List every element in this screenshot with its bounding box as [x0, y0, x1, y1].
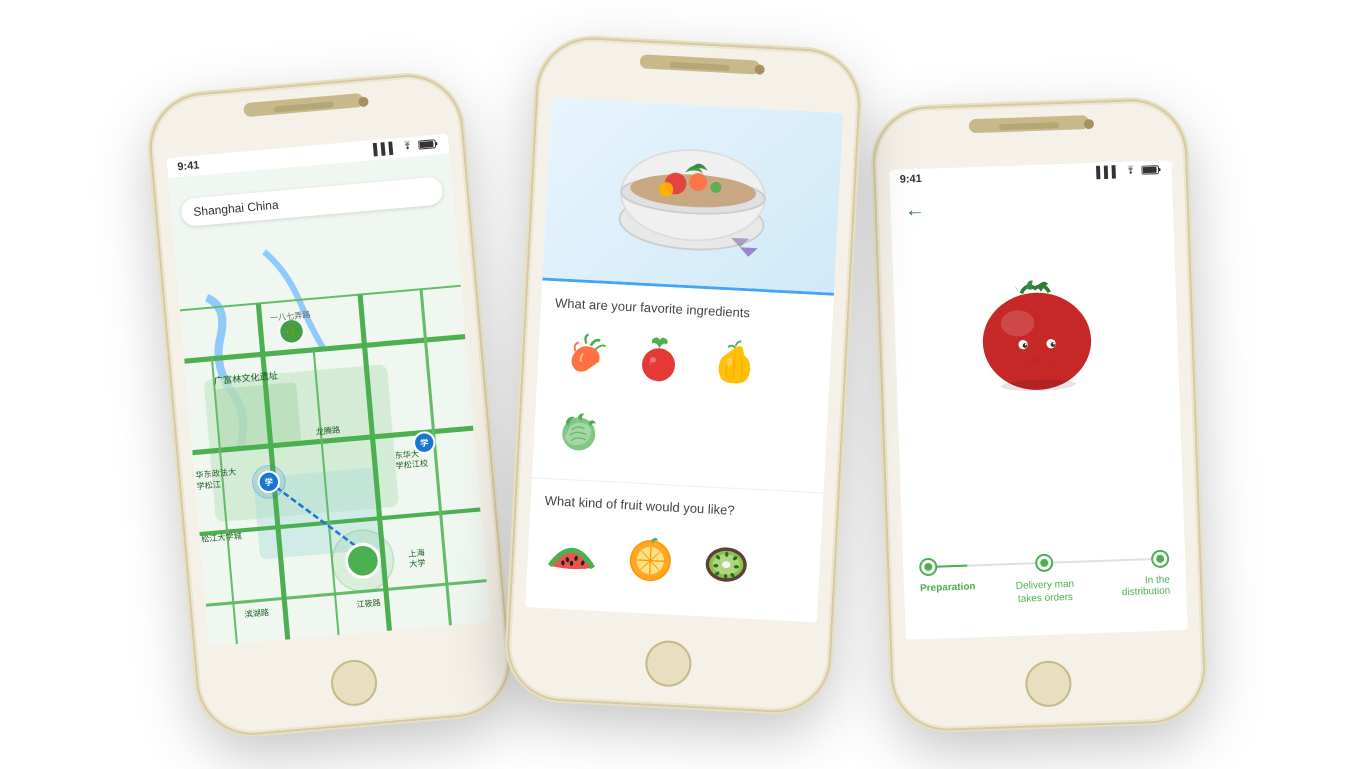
signal-icon: ▌▌▌: [373, 142, 397, 156]
progress-dot-2: [1035, 553, 1054, 572]
time-display-3: 9:41: [900, 172, 922, 185]
food-top-image: [542, 97, 843, 292]
svg-text:上海: 上海: [408, 547, 425, 558]
home-button-1[interactable]: [329, 657, 379, 707]
status-icons-1: ▌▌▌: [373, 137, 439, 156]
home-button-3[interactable]: [1025, 660, 1073, 708]
signal-icon-3: ▌▌▌: [1096, 166, 1120, 179]
phone-3-screen: 9:41 ▌▌▌ ←: [889, 160, 1187, 640]
section-divider-2: [532, 477, 824, 493]
map-search-text: Shanghai China: [193, 197, 279, 218]
phone-camera-3: [1084, 118, 1094, 128]
tomato-container: [891, 217, 1180, 427]
battery-icon: [418, 137, 439, 152]
carrot-item[interactable]: [551, 324, 614, 387]
status-icons-3: ▌▌▌: [1096, 164, 1162, 179]
food-screen: What are your favorite ingredients: [525, 97, 843, 622]
battery-icon-3: [1141, 164, 1161, 178]
step-1-label: Preparation: [920, 580, 991, 608]
fruit-question: What kind of fruit would you like?: [544, 492, 808, 521]
phone-camera: [358, 96, 369, 107]
cabbage-item[interactable]: [547, 400, 610, 463]
ingredients-row: [547, 324, 818, 474]
svg-text:大学: 大学: [409, 557, 426, 568]
home-button-2[interactable]: [644, 639, 692, 687]
kiwi-item[interactable]: [692, 529, 755, 592]
step-2-label: Delivery man takes orders: [1005, 577, 1086, 606]
ingredients-section: What are your favorite ingredients: [525, 280, 834, 622]
progress-dot-3: [1151, 549, 1170, 568]
svg-text:学: 学: [264, 476, 273, 487]
watermelon-item[interactable]: [541, 521, 604, 584]
order-screen: 9:41 ▌▌▌ ←: [889, 160, 1187, 640]
phone-1-screen: 9:41 ▌▌▌ Shanghai China: [167, 133, 491, 646]
time-display: 9:41: [177, 159, 200, 173]
wifi-icon-3: [1123, 164, 1137, 177]
svg-text:🌿: 🌿: [285, 325, 297, 338]
phone-3: 9:41 ▌▌▌ ←: [873, 99, 1204, 729]
phone-1: 9:41 ▌▌▌ Shanghai China: [147, 72, 512, 737]
svg-text:学: 学: [420, 437, 429, 448]
pepper-item[interactable]: [703, 332, 766, 395]
progress-tracker: Preparation Delivery man takes orders In…: [903, 547, 1187, 609]
phone-2: What are your favorite ingredients: [506, 37, 860, 713]
tomato-item[interactable]: [627, 328, 690, 391]
ingredients-question: What are your favorite ingredients: [555, 295, 819, 324]
phone-2-screen: What are your favorite ingredients: [525, 97, 843, 622]
step-3-label: In the distribution: [1100, 574, 1171, 602]
progress-dot-1: [919, 557, 938, 576]
phone-camera-2: [754, 64, 765, 75]
orange-item[interactable]: [616, 525, 679, 588]
wifi-icon: [400, 140, 415, 154]
map-view: Shanghai China: [168, 153, 490, 646]
progress-labels: Preparation Delivery man takes orders In…: [920, 574, 1171, 609]
fruits-row: [541, 521, 808, 595]
